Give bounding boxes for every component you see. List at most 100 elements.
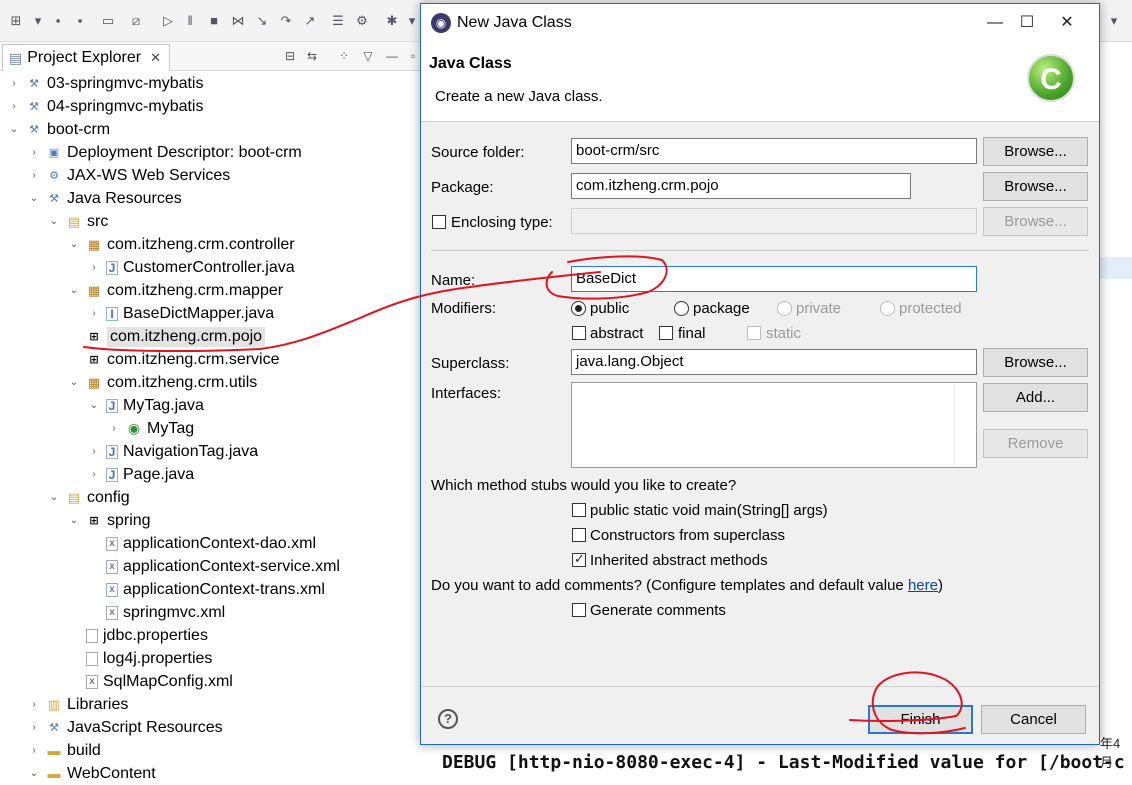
console-icon[interactable]: ▭: [100, 13, 116, 29]
minimize-view-icon[interactable]: —: [384, 48, 400, 64]
save-icon[interactable]: ▪: [50, 13, 66, 29]
tree-item[interactable]: ⌄ ▦ com.itzheng.crm.mapper: [68, 279, 283, 302]
terminate-icon[interactable]: ■: [206, 13, 222, 29]
step-return-icon[interactable]: ↗: [302, 13, 318, 29]
finish-button[interactable]: Finish: [868, 705, 973, 734]
collapse-arrow-icon[interactable]: ›: [88, 262, 100, 273]
tree-item[interactable]: ⌄ ⚒ boot-crm: [8, 118, 110, 141]
expand-arrow-icon[interactable]: ⌄: [68, 377, 80, 388]
collapse-all-icon[interactable]: ⊟: [282, 48, 298, 64]
help-icon[interactable]: ?: [438, 709, 458, 729]
run-config-icon[interactable]: ⚙: [354, 13, 370, 29]
final-checkbox[interactable]: [659, 326, 673, 340]
tree-item[interactable]: ⌄ ⚒ Java Resources: [28, 187, 182, 210]
collapse-arrow-icon[interactable]: ›: [28, 147, 40, 158]
tree-item[interactable]: ⌄ ▤ config: [48, 486, 130, 509]
maximize-view-icon[interactable]: ▫: [405, 48, 421, 64]
minimize-icon[interactable]: —: [981, 10, 1009, 36]
tree-item[interactable]: x applicationContext-dao.xml: [88, 532, 316, 555]
superclass-input[interactable]: java.lang.Object: [571, 349, 977, 375]
expand-arrow-icon[interactable]: ⌄: [48, 216, 60, 227]
tree-item[interactable]: › J Page.java: [88, 463, 194, 486]
close-icon[interactable]: ✕: [1053, 10, 1081, 36]
public-radio[interactable]: [571, 301, 586, 316]
collapse-arrow-icon[interactable]: ›: [8, 78, 20, 89]
tree-item[interactable]: › J CustomerController.java: [88, 256, 294, 279]
tree-item[interactable]: ⌄ J MyTag.java: [88, 394, 204, 417]
filter-icon[interactable]: ☰: [330, 13, 346, 29]
expand-arrow-icon[interactable]: ⌄: [48, 492, 60, 503]
tree-item[interactable]: x applicationContext-trans.xml: [88, 578, 325, 601]
tree-item[interactable]: › I BaseDictMapper.java: [88, 302, 274, 325]
toolbar-overflow-icon[interactable]: ▾: [1106, 13, 1122, 29]
tree-item[interactable]: ⌄ ⊞ spring: [68, 509, 151, 532]
tree-item[interactable]: ⌄ ▤ src: [48, 210, 109, 233]
source-folder-input[interactable]: boot-crm/src: [571, 138, 977, 164]
package-radio[interactable]: [674, 301, 689, 316]
add-interface-button[interactable]: Add...: [983, 383, 1088, 412]
tree-item[interactable]: › ⚒ 04-springmvc-mybatis: [8, 95, 203, 118]
tree-item[interactable]: › ⚒ JavaScript Resources: [28, 716, 222, 739]
tree-item[interactable]: › ⚒ 03-springmvc-mybatis: [8, 72, 203, 95]
new-wizard-icon[interactable]: ⊞: [8, 13, 24, 29]
collapse-arrow-icon[interactable]: ›: [28, 722, 40, 733]
tree-item[interactable]: › ▥ Libraries: [28, 693, 128, 716]
tree-item[interactable]: › ⚙ JAX-WS Web Services: [28, 164, 230, 187]
expand-arrow-icon[interactable]: ⌄: [68, 515, 80, 526]
collapse-arrow-icon[interactable]: ›: [88, 308, 100, 319]
save-all-icon[interactable]: ▪: [72, 13, 88, 29]
debug-dropdown-icon[interactable]: ▾: [404, 13, 420, 29]
tree-item[interactable]: x SqlMapConfig.xml: [68, 670, 233, 693]
collapse-arrow-icon[interactable]: ›: [28, 699, 40, 710]
expand-arrow-icon[interactable]: ⌄: [28, 768, 40, 779]
constructors-checkbox[interactable]: [572, 528, 586, 542]
skip-breakpoints-icon[interactable]: ⧄: [128, 13, 144, 29]
source-folder-browse-button[interactable]: Browse...: [983, 137, 1088, 166]
view-menu-icon[interactable]: ▽: [360, 48, 376, 64]
collapse-arrow-icon[interactable]: ›: [28, 170, 40, 181]
interfaces-scrollbar[interactable]: [954, 383, 976, 467]
tree-item[interactable]: x applicationContext-service.xml: [88, 555, 340, 578]
tree-item[interactable]: › ▣ Deployment Descriptor: boot-crm: [28, 141, 301, 164]
tree-item[interactable]: › ▬ build: [28, 739, 100, 762]
expand-arrow-icon[interactable]: ⌄: [8, 124, 20, 135]
cancel-button[interactable]: Cancel: [981, 705, 1086, 734]
step-over-icon[interactable]: ↷: [278, 13, 294, 29]
generate-comments-checkbox[interactable]: [572, 603, 586, 617]
expand-arrow-icon[interactable]: ⌄: [88, 400, 100, 411]
main-method-checkbox[interactable]: [572, 503, 586, 517]
expand-arrow-icon[interactable]: ⌄: [28, 193, 40, 204]
interfaces-list[interactable]: [571, 382, 977, 468]
tree-item[interactable]: › J NavigationTag.java: [88, 440, 258, 463]
superclass-browse-button[interactable]: Browse...: [983, 348, 1088, 377]
tree-item[interactable]: x springmvc.xml: [88, 601, 225, 624]
expand-arrow-icon[interactable]: ⌄: [68, 239, 80, 250]
resume-icon[interactable]: ▷: [160, 13, 176, 29]
tree-item[interactable]: log4j.properties: [68, 647, 212, 670]
tree-item[interactable]: ⌄ ▦ com.itzheng.crm.utils: [68, 371, 257, 394]
package-input[interactable]: com.itzheng.crm.pojo: [571, 173, 911, 199]
abstract-checkbox[interactable]: [572, 326, 586, 340]
filters-icon[interactable]: ⁘: [336, 48, 352, 64]
collapse-arrow-icon[interactable]: ›: [8, 101, 20, 112]
tree-item[interactable]: ⌄ ▬ WebContent: [28, 762, 156, 785]
class-name-input[interactable]: BaseDict: [571, 266, 977, 292]
step-into-icon[interactable]: ↘: [254, 13, 270, 29]
collapse-arrow-icon[interactable]: ›: [88, 446, 100, 457]
maximize-icon[interactable]: ☐: [1013, 10, 1041, 36]
configure-templates-link[interactable]: here: [908, 577, 938, 594]
collapse-arrow-icon[interactable]: ›: [108, 423, 120, 434]
disconnect-icon[interactable]: ⋈: [230, 13, 246, 29]
tree-item[interactable]: ⌄ ▦ com.itzheng.crm.controller: [68, 233, 295, 256]
collapse-arrow-icon[interactable]: ›: [88, 469, 100, 480]
tree-item[interactable]: ⊞ com.itzheng.crm.pojo: [68, 325, 266, 348]
inherited-methods-checkbox[interactable]: [572, 551, 586, 567]
link-editor-icon[interactable]: ⇆: [304, 48, 320, 64]
tree-item[interactable]: jdbc.properties: [68, 624, 208, 647]
suspend-icon[interactable]: ‖: [182, 13, 198, 29]
package-browse-button[interactable]: Browse...: [983, 172, 1088, 201]
expand-arrow-icon[interactable]: ⌄: [68, 285, 80, 296]
dialog-titlebar[interactable]: ◉ New Java Class — ☐ ✕: [421, 4, 1099, 42]
dropdown-icon[interactable]: ▾: [30, 13, 46, 29]
tree-item[interactable]: ⊞ com.itzheng.crm.service: [68, 348, 279, 371]
